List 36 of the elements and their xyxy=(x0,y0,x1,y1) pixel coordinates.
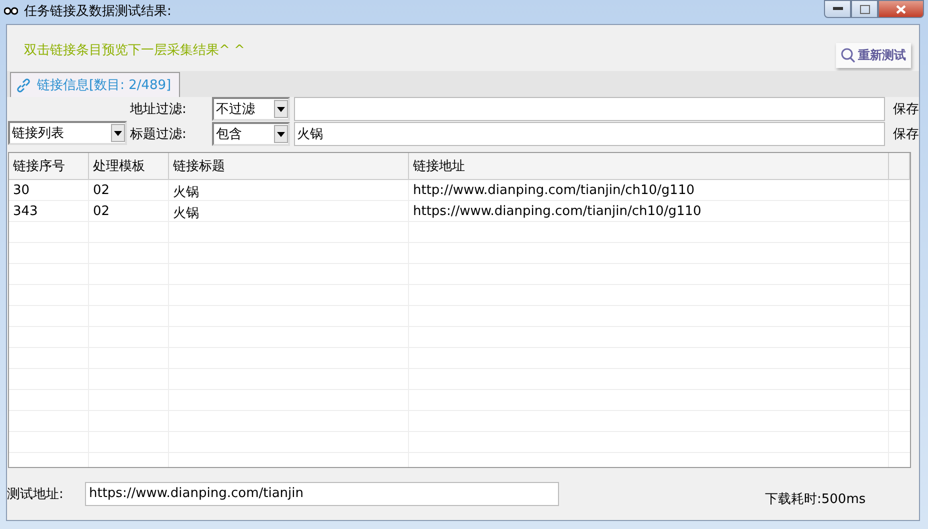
table-cell: 02 xyxy=(89,201,169,221)
filter-mode-dropdown[interactable]: 包含 xyxy=(212,122,290,146)
column-header[interactable]: 处理模板 xyxy=(89,153,169,179)
link-icon xyxy=(16,78,31,92)
filter-mode-dropdown[interactable]: 不过滤 xyxy=(212,97,290,121)
table-cell: 02 xyxy=(89,180,169,200)
search-icon xyxy=(841,48,855,62)
window-title: 任务链接及数据测试结果: xyxy=(24,3,172,20)
table-cell: 火锅 xyxy=(169,201,409,221)
table-cell: https://www.dianping.com/tianjin/ch10/g110 xyxy=(409,201,889,221)
download-time-text: 下载耗时:500ms xyxy=(765,491,866,508)
retest-button[interactable]: 重新测试 xyxy=(836,42,911,68)
app-icon xyxy=(4,7,18,15)
filter-input[interactable] xyxy=(294,97,885,121)
filter-label: 地址过滤: xyxy=(129,101,188,118)
save-button[interactable]: 保存 xyxy=(889,100,917,118)
close-button[interactable] xyxy=(878,0,924,18)
minimize-icon xyxy=(832,7,842,11)
close-icon xyxy=(896,4,906,14)
column-header[interactable]: 链接标题 xyxy=(169,153,409,179)
table-cell: http://www.dianping.com/tianjin/ch10/g110 xyxy=(409,180,889,200)
column-header[interactable]: 链接地址 xyxy=(409,153,889,179)
table-cell: 30 xyxy=(9,180,89,200)
hint-text: 双击链接条目预览下一层采集结果^ ^ xyxy=(24,42,245,59)
test-url-label: 测试地址: xyxy=(7,486,64,503)
list-dropdown[interactable]: 链接列表 xyxy=(8,121,127,145)
maximize-button[interactable] xyxy=(851,0,878,18)
minimize-button[interactable] xyxy=(824,0,851,18)
filter-input[interactable]: 火锅 xyxy=(294,122,885,146)
filter-label: 标题过滤: xyxy=(129,126,188,143)
column-header[interactable]: 链接序号 xyxy=(9,153,89,179)
save-button[interactable]: 保存 xyxy=(889,125,917,143)
table-cell: 火锅 xyxy=(169,180,409,200)
table-cell: 343 xyxy=(9,201,89,221)
maximize-icon xyxy=(860,4,870,14)
test-url-field[interactable]: https://www.dianping.com/tianjin xyxy=(85,482,559,506)
